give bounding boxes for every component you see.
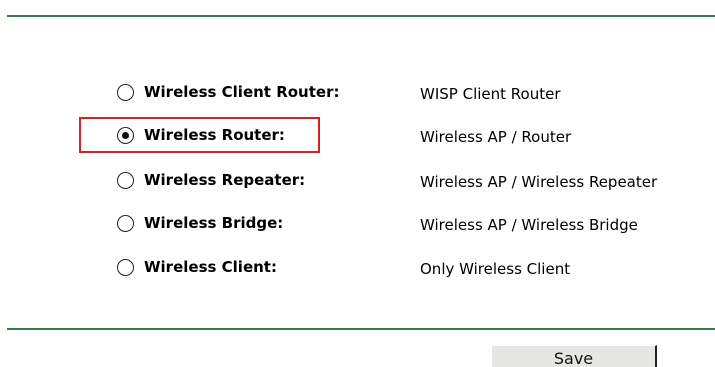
radio-wireless-client[interactable] [117,259,134,276]
radio-wireless-client-router[interactable] [117,84,134,101]
mode-option-wireless-client[interactable]: Wireless Client: Only Wireless Client [117,256,715,278]
save-button[interactable]: Save [491,345,657,367]
mode-description: Wireless AP / Wireless Repeater [420,173,658,191]
radio-wireless-repeater[interactable] [117,172,134,189]
top-divider [7,15,715,17]
mode-label: Wireless Client: [144,258,277,276]
mode-description: Wireless AP / Router [420,128,572,146]
bottom-divider [7,328,715,330]
mode-label: Wireless Client Router: [144,83,340,101]
mode-description: Wireless AP / Wireless Bridge [420,216,638,234]
mode-label: Wireless Repeater: [144,171,306,189]
mode-description: Only Wireless Client [420,260,571,278]
selection-highlight-box [79,117,320,153]
mode-label: Wireless Bridge: [144,214,284,232]
mode-option-wireless-client-router[interactable]: Wireless Client Router: WISP Client Rout… [117,81,715,103]
mode-option-wireless-repeater[interactable]: Wireless Repeater: Wireless AP / Wireles… [117,169,715,191]
operation-mode-page: Wireless Client Router: WISP Client Rout… [0,0,715,367]
mode-option-wireless-bridge[interactable]: Wireless Bridge: Wireless AP / Wireless … [117,212,715,234]
radio-wireless-bridge[interactable] [117,215,134,232]
mode-description: WISP Client Router [420,85,561,103]
